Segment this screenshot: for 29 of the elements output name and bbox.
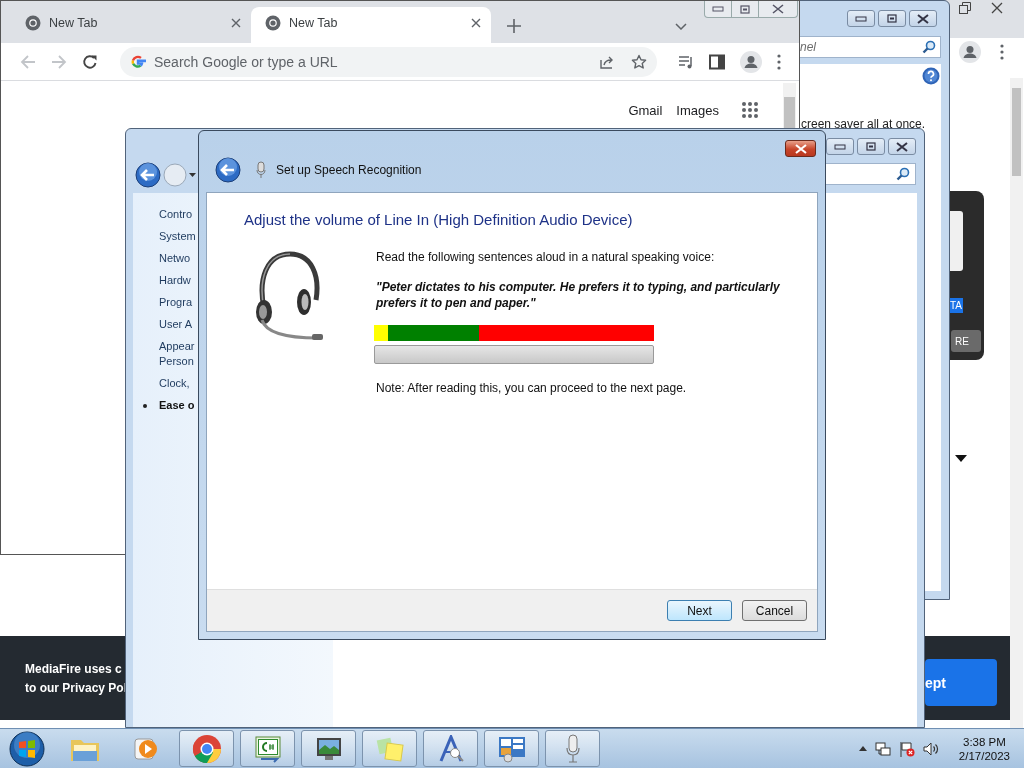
browser-tab[interactable]: New Tab [251,7,491,43]
page-heading: Adjust the volume of Line In (High Definition Audio Device) [244,211,634,228]
instruction-text: Read the following sentences aloud in a natural speaking voice: [376,250,716,264]
nav-link[interactable]: Netwo [159,251,191,266]
clock-time: 3:38 PM [963,735,1006,748]
quote-text: "Peter dictates to his computer. He prefers it to typing, and particularly prefers it to pen and paper." [376,279,781,311]
dialog-button[interactable]: Next [667,600,732,621]
clock[interactable]: 3:38 PM 2/17/2023 [958,735,1010,762]
nav-link[interactable]: Progra [159,295,193,310]
nav-link[interactable]: Ease o [159,398,195,413]
banner-text: MediaFire uses c [25,662,123,676]
nav-link[interactable]: System [159,229,196,244]
clock-date: 2/17/2023 [958,749,1010,762]
header-link[interactable]: Images [676,102,719,118]
nav-link[interactable]: Hardw [159,273,191,288]
nav-link[interactable]: User A [159,317,192,332]
note-text: Note: After reading this, you can proceed to the next page. [376,381,688,395]
card-button[interactable]: RE [951,330,981,352]
nav-link[interactable]: Appear Person [159,339,195,369]
address-bar[interactable]: Search Google or type a URL [120,46,657,77]
description-text: creen saver all at once. [801,117,926,131]
browser-tab[interactable]: New Tab [11,7,251,43]
nav-link[interactable]: Contro [159,207,193,222]
header-link[interactable]: Gmail [628,102,663,118]
nav-link[interactable]: Clock, [159,376,190,391]
dialog-title: Set up Speech Recognition [276,162,422,177]
dialog-button[interactable]: Cancel [742,600,807,621]
search-field[interactable]: nel [797,36,941,58]
accept-button[interactable]: ept [925,659,997,706]
